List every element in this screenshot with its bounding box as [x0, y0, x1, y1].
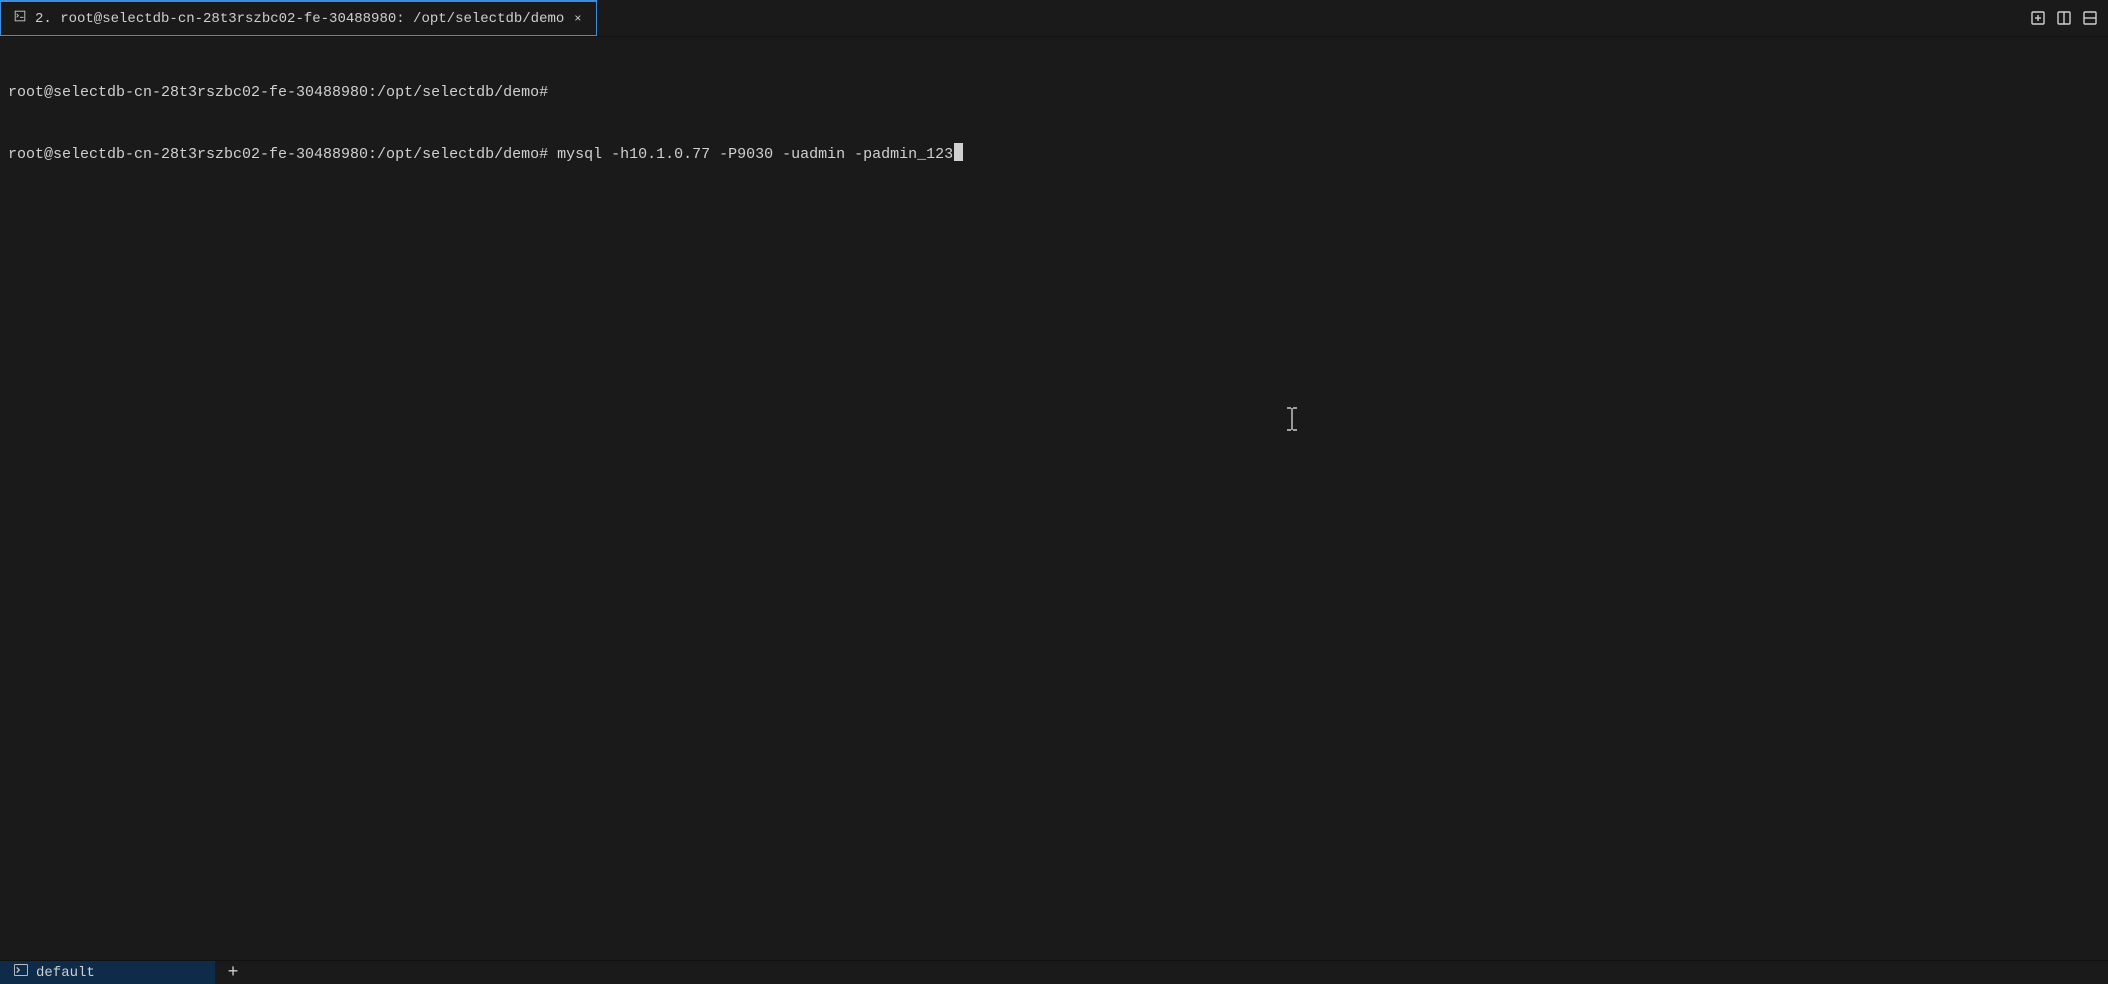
add-workspace-button[interactable]: +	[215, 961, 251, 984]
terminal-viewport[interactable]: root@selectdb-cn-28t3rszbc02-fe-30488980…	[0, 37, 2108, 960]
terminal-line: root@selectdb-cn-28t3rszbc02-fe-30488980…	[8, 83, 2100, 103]
shell-prompt: root@selectdb-cn-28t3rszbc02-fe-30488980…	[8, 146, 548, 163]
workspace-tab-default[interactable]: default	[0, 961, 215, 984]
terminal-icon	[13, 9, 27, 28]
close-icon[interactable]: ×	[572, 12, 583, 26]
new-tab-button[interactable]	[2028, 8, 2048, 28]
mouse-cursor-ibeam	[1232, 387, 1244, 411]
terminal-window: 2. root@selectdb-cn-28t3rszbc02-fe-30488…	[0, 0, 2108, 984]
terminal-line: root@selectdb-cn-28t3rszbc02-fe-30488980…	[8, 143, 2100, 165]
tab-bar: 2. root@selectdb-cn-28t3rszbc02-fe-30488…	[0, 0, 2108, 37]
workspace-label: default	[36, 965, 95, 981]
titlebar-actions	[2028, 0, 2108, 36]
terminal-tab-active[interactable]: 2. root@selectdb-cn-28t3rszbc02-fe-30488…	[0, 0, 597, 36]
workspace-bar: default +	[0, 960, 2108, 984]
tab-title: 2. root@selectdb-cn-28t3rszbc02-fe-30488…	[35, 11, 564, 27]
terminal-icon	[14, 964, 28, 981]
shell-prompt: root@selectdb-cn-28t3rszbc02-fe-30488980…	[8, 84, 548, 101]
panel-toggle-button[interactable]	[2080, 8, 2100, 28]
split-vertical-button[interactable]	[2054, 8, 2074, 28]
text-cursor	[954, 143, 963, 161]
plus-icon: +	[228, 963, 239, 983]
shell-command: mysql -h10.1.0.77 -P9030 -uadmin -padmin…	[557, 146, 953, 163]
